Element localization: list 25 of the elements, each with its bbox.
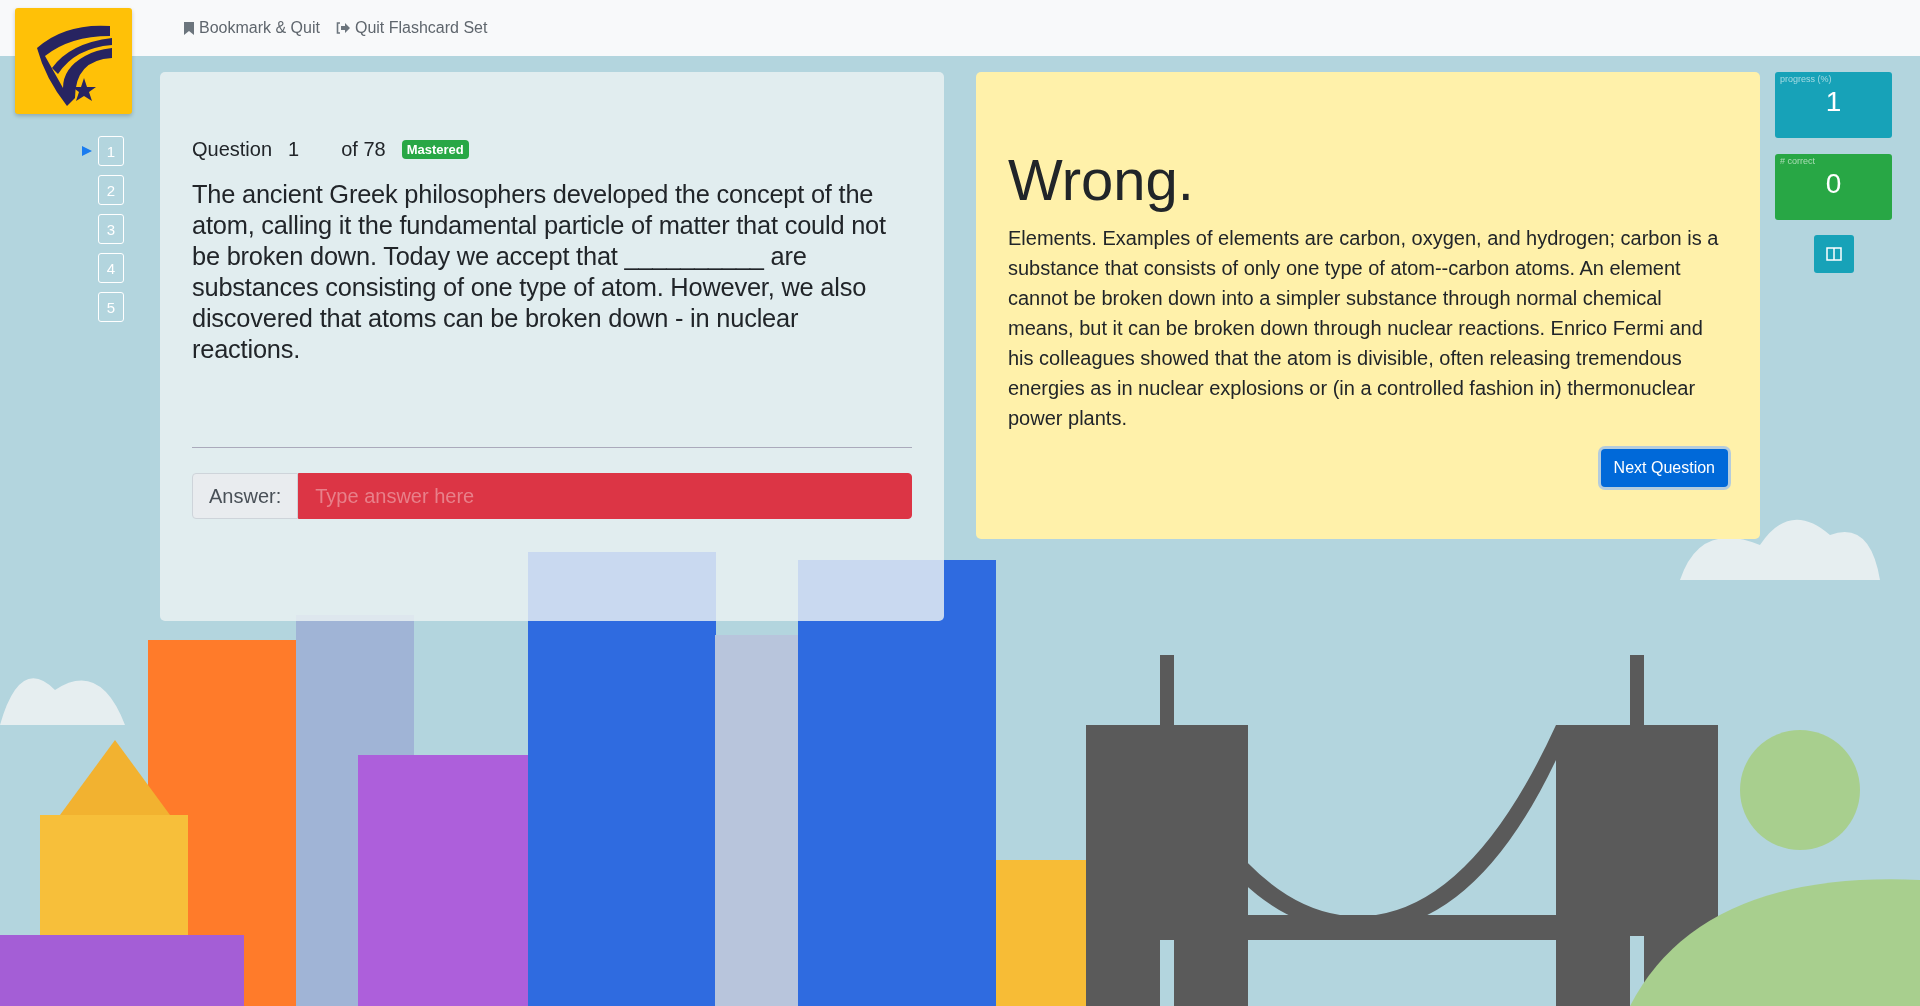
stat-label: progress (%) [1780,74,1832,84]
question-label: Question [192,138,273,161]
explanation-text: Elements. Examples of elements are carbon, oxygen, and hydrogen; carbon is a substance that consists of only one type of atom--carbon atoms. An element cannot be broken down into a simpler substance through normal chemical means, but it can be broken down through nuclear reactions. Enrico Fermi and his colleagues showed that the atom is divisible, often releasing tremendous energies as in nuclear explosions or (in a controlled fashion in) thermonuclear power plants. [1008,226,1720,431]
stat-label: # correct [1780,156,1815,166]
question-text: The ancient Greek philosophers developed the concept of the atom, calling it the fundamental particle of matter that could not be broken down. Today we accept that __________ are substances consisting of one type of atom. However, we also discovered that atoms can be broken down - in nuclear reactions. [192,179,887,365]
next-question-button[interactable]: Next Question [1600,449,1728,487]
stat-value: 0 [1825,168,1842,200]
answer-field[interactable]: Type answer here [298,473,912,519]
question-number-button[interactable]: 3 [98,214,124,244]
question-number-button[interactable]: 4 [98,253,124,283]
stat-value: 1 [1825,86,1842,118]
question-total: of 78 [341,138,386,161]
question-number-button[interactable]: 5 [98,292,124,322]
nav-link[interactable]: Bookmark & Quit [184,19,320,37]
nav-link[interactable]: Quit Flashcard Set [335,19,488,37]
bookmark-icon [184,21,194,35]
question-number-button[interactable]: 2 [98,175,124,205]
question-number: 1 [288,138,300,161]
mastered-badge: Mastered [401,140,469,159]
answer-label: Answer: [192,473,299,519]
sign-out-icon [335,22,350,34]
question-number-button[interactable]: 1 [98,136,124,166]
columns-icon [1825,247,1842,261]
logo[interactable] [15,8,132,114]
result-heading: Wrong. [1008,146,1195,213]
